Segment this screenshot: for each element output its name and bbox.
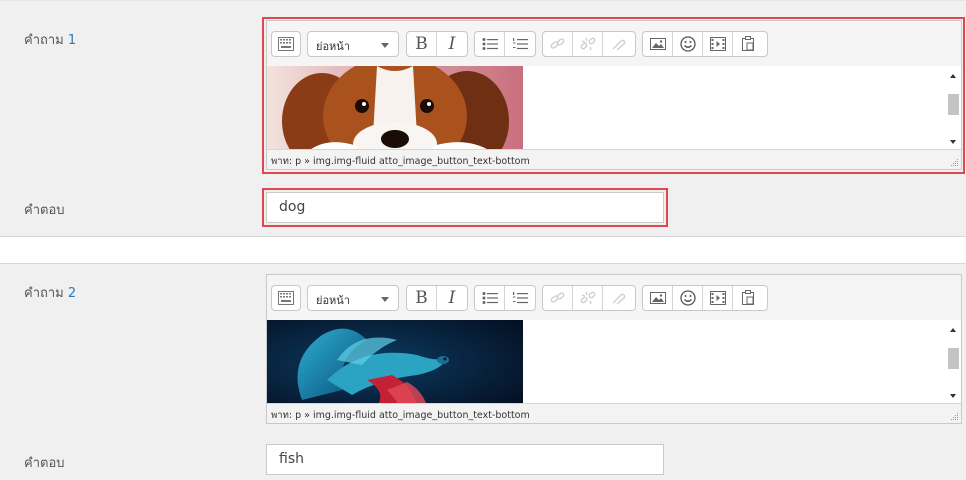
italic-icon[interactable]: I (437, 32, 467, 56)
media-icon[interactable] (703, 286, 733, 310)
emoticon-icon[interactable] (673, 286, 703, 310)
toolbar-group-links (542, 285, 636, 311)
scroll-up-icon[interactable] (950, 74, 956, 78)
question-card-2: คำถาม 2 ย่อหน้า B I พาท: p » img.img-flu… (0, 263, 966, 480)
resize-grip-icon[interactable] (949, 411, 959, 421)
toolbar-group-collapse (271, 285, 301, 311)
bullet-list-icon[interactable] (475, 286, 505, 310)
italic-icon[interactable]: I (437, 286, 467, 310)
link-icon[interactable] (543, 286, 573, 310)
question-label: คำถาม 2 (24, 282, 76, 303)
question-number: 2 (67, 286, 77, 301)
media-icon[interactable] (703, 32, 733, 56)
editor-scrollbar[interactable] (946, 66, 961, 152)
numbered-list-icon[interactable] (505, 32, 535, 56)
editor-scrollbar[interactable] (946, 320, 961, 406)
rich-text-editor[interactable]: ย่อหน้า B I พาท: p » img.img-fluid atto_… (266, 20, 962, 170)
chevron-down-icon (381, 297, 389, 302)
bold-icon[interactable]: B (407, 32, 437, 56)
answer-input[interactable]: dog (266, 192, 664, 223)
element-path-text: พาท: p » img.img-fluid atto_image_button… (271, 156, 530, 167)
editor-content[interactable] (267, 320, 961, 406)
toolbar-group-insert (642, 31, 768, 57)
scroll-down-icon[interactable] (950, 140, 956, 144)
editor-path-bar: พาท: p » img.img-fluid atto_image_button… (267, 403, 961, 423)
question-label-text: คำถาม (24, 33, 64, 48)
resize-grip-icon[interactable] (949, 157, 959, 167)
bold-icon[interactable]: B (407, 286, 437, 310)
paste-icon[interactable] (733, 32, 763, 56)
answer-input[interactable]: fish (266, 444, 664, 475)
unlink-icon[interactable] (573, 32, 603, 56)
rich-text-editor[interactable]: ย่อหน้า B I พาท: p » img.img-fluid atto_… (266, 274, 962, 424)
toolbar-group-insert (642, 285, 768, 311)
unlink-icon[interactable] (573, 286, 603, 310)
paragraph-style-value: ย่อหน้า (316, 40, 350, 53)
paragraph-style-select[interactable]: ย่อหน้า (307, 285, 399, 311)
bullet-list-icon[interactable] (475, 32, 505, 56)
scroll-thumb[interactable] (948, 94, 959, 115)
toolbar-group-style: B I (406, 285, 468, 311)
element-path-text: พาท: p » img.img-fluid atto_image_button… (271, 410, 530, 421)
show-more-icon[interactable] (272, 286, 300, 310)
numbered-list-icon[interactable] (505, 286, 535, 310)
paragraph-style-select[interactable]: ย่อหน้า (307, 31, 399, 57)
fish-image[interactable] (267, 320, 523, 406)
scroll-thumb[interactable] (948, 348, 959, 369)
image-icon[interactable] (643, 286, 673, 310)
manage-files-icon[interactable] (603, 286, 633, 310)
puppy-image[interactable] (267, 66, 523, 152)
editor-toolbar: ย่อหน้า B I (267, 275, 961, 321)
toolbar-group-collapse (271, 31, 301, 57)
link-icon[interactable] (543, 32, 573, 56)
scroll-up-icon[interactable] (950, 328, 956, 332)
question-label-text: คำถาม (24, 286, 64, 301)
manage-files-icon[interactable] (603, 32, 633, 56)
editor-path-bar: พาท: p » img.img-fluid atto_image_button… (267, 149, 961, 169)
paragraph-style-value: ย่อหน้า (316, 294, 350, 307)
answer-label: คำตอบ (24, 203, 65, 218)
paste-icon[interactable] (733, 286, 763, 310)
emoticon-icon[interactable] (673, 32, 703, 56)
answer-label: คำตอบ (24, 456, 65, 471)
question-card-1: คำถาม 1 ย่อหน้า B I พาท: p » img.img-flu… (0, 0, 966, 237)
toolbar-group-lists (474, 31, 536, 57)
question-number: 1 (67, 33, 77, 48)
toolbar-group-style: B I (406, 31, 468, 57)
editor-content[interactable] (267, 66, 961, 152)
toolbar-group-links (542, 31, 636, 57)
scroll-down-icon[interactable] (950, 394, 956, 398)
question-label: คำถาม 1 (24, 29, 76, 50)
image-icon[interactable] (643, 32, 673, 56)
editor-toolbar: ย่อหน้า B I (267, 21, 961, 67)
chevron-down-icon (381, 43, 389, 48)
toolbar-group-lists (474, 285, 536, 311)
show-more-icon[interactable] (272, 32, 300, 56)
